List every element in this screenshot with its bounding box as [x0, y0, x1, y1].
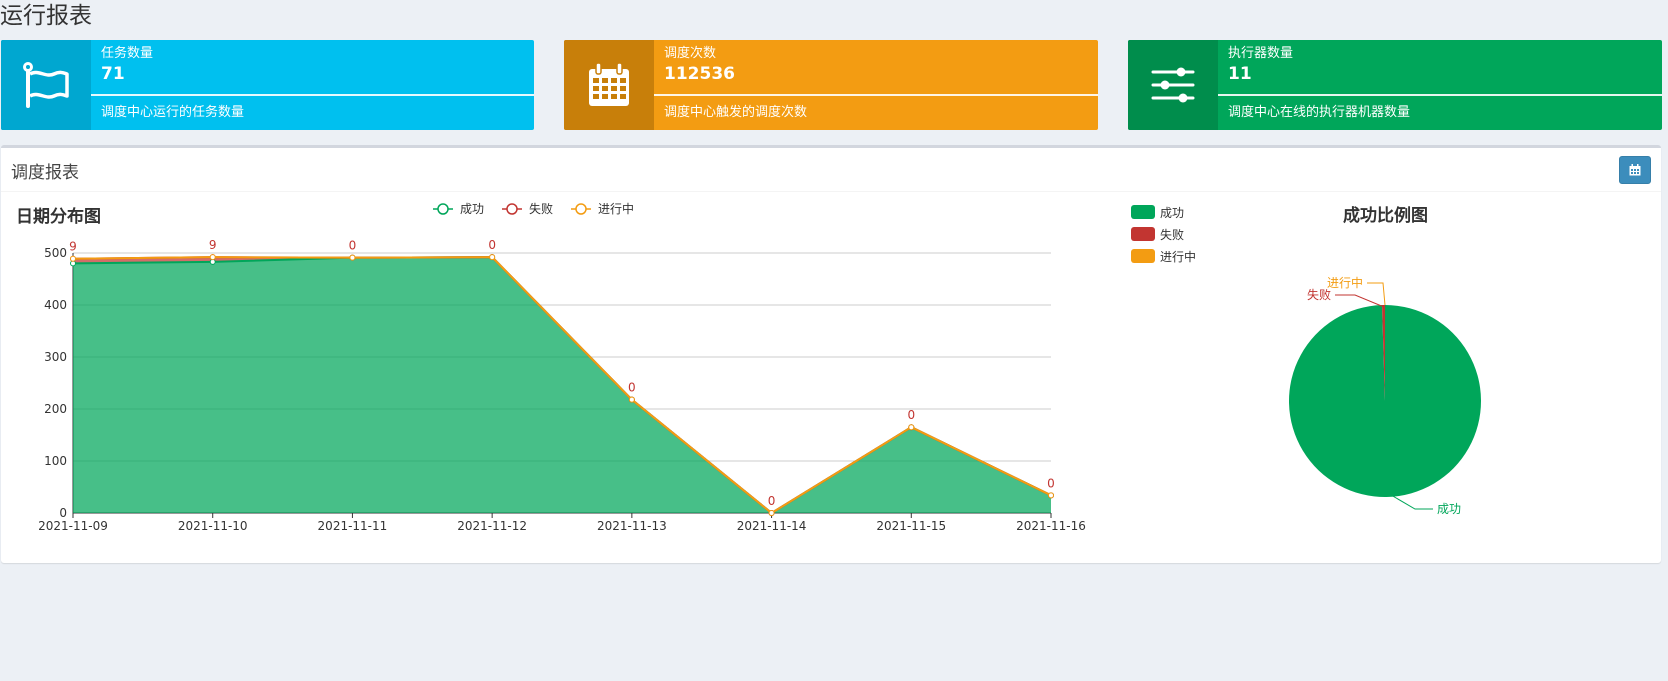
y-tick-label: 500 [44, 246, 67, 260]
pie-leader-line [1367, 282, 1386, 306]
data-point [768, 510, 775, 516]
pie-slice-成功 [1289, 305, 1482, 497]
data-point [908, 424, 915, 431]
data-point [349, 254, 356, 261]
info-box-icon-container [564, 40, 654, 130]
x-tick-label: 2021-11-15 [876, 519, 946, 533]
info-box-description: 调度中心运行的任务数量 [101, 105, 245, 120]
info-box-label: 执行器数量 [1228, 46, 1294, 61]
sliders-icon [1151, 67, 1195, 103]
info-box-executor-count: 执行器数量 11 调度中心在线的执行器机器数量 [1128, 40, 1662, 130]
x-tick-label: 2021-11-14 [737, 519, 807, 533]
info-box-progress-bar [91, 94, 534, 96]
info-box-icon-container [1, 40, 91, 130]
x-tick-label: 2021-11-10 [178, 519, 248, 533]
pie-leader-line [1335, 294, 1385, 308]
info-box-number: 71 [101, 64, 125, 84]
info-box-progress-bar [654, 94, 1098, 96]
data-label: 0 [628, 381, 636, 395]
legend-item-进行中: 进行中 [571, 201, 634, 216]
data-label: 9 [209, 238, 217, 252]
pie-leader-line [1390, 494, 1433, 510]
info-box-number: 112536 [664, 64, 735, 84]
area-成功 [73, 257, 1051, 513]
info-box-trigger-count: 调度次数 112536 调度中心触发的调度次数 [564, 40, 1098, 130]
report-box: 调度报表 日期分布图 成功比例图 0 100 200 300 400 500 2021-11… [1, 145, 1661, 563]
legend-label: 失败 [529, 201, 553, 216]
data-point [70, 255, 76, 262]
legend-label: 失败 [1160, 227, 1184, 242]
x-tick-label: 2021-11-09 [38, 519, 108, 533]
data-point [489, 254, 496, 261]
y-tick-label: 400 [44, 298, 67, 312]
data-label: 0 [1047, 476, 1055, 490]
y-tick-label: 300 [44, 350, 67, 364]
legend-marker [506, 203, 518, 215]
x-tick-label: 2021-11-16 [1016, 519, 1086, 533]
info-box-icon-container [1128, 40, 1218, 130]
legend-label: 进行中 [598, 201, 634, 216]
report-title: 调度报表 [11, 163, 79, 183]
report-header: 调度报表 [1, 148, 1661, 192]
calendar-icon [589, 62, 629, 106]
legend-swatch-进行中 [1131, 249, 1155, 263]
info-box-task-count: 任务数量 71 调度中心运行的任务数量 [1, 40, 534, 130]
date-distribution-chart: 0 100 200 300 400 500 2021-11-09 2021-11-10 2021… [38, 201, 1086, 533]
data-label: 9 [69, 240, 77, 254]
legend-label: 成功 [1160, 206, 1184, 220]
data-label: 0 [768, 494, 776, 508]
data-point [209, 254, 216, 261]
data-label: 0 [907, 408, 915, 422]
data-point [628, 396, 635, 403]
data-label: 0 [488, 238, 496, 252]
legend-label: 进行中 [1160, 249, 1196, 264]
data-point [1048, 492, 1054, 499]
info-box-content: 任务数量 71 调度中心运行的任务数量 [91, 40, 534, 130]
legend-label: 成功 [460, 202, 484, 216]
success-ratio-chart: 成功失败进行中成功失败进行中 [1131, 205, 1482, 516]
y-tick-label: 200 [44, 402, 67, 416]
info-box-description: 调度中心触发的调度次数 [664, 105, 808, 120]
pie-label: 成功 [1437, 502, 1461, 516]
info-box-content: 执行器数量 11 调度中心在线的执行器机器数量 [1218, 40, 1662, 130]
y-tick-label: 0 [59, 506, 67, 520]
x-tick-label: 2021-11-11 [318, 519, 388, 533]
x-tick-label: 2021-11-12 [457, 519, 527, 533]
pie-label: 进行中 [1327, 275, 1363, 290]
legend-item-失败: 失败 [502, 201, 553, 216]
date-range-button[interactable] [1619, 156, 1651, 184]
flag-icon [23, 62, 69, 108]
x-tick-label: 2021-11-13 [597, 519, 667, 533]
calendar-icon [1629, 164, 1641, 176]
page-title: 运行报表 [0, 3, 92, 29]
legend-item-成功: 成功 [433, 202, 484, 216]
legend-marker [575, 203, 587, 215]
legend-swatch-失败 [1131, 227, 1155, 241]
y-tick-label: 100 [44, 454, 67, 468]
info-box-content: 调度次数 112536 调度中心触发的调度次数 [654, 40, 1098, 130]
info-box-progress-bar [1218, 94, 1662, 96]
info-box-label: 任务数量 [101, 46, 154, 61]
info-box-description: 调度中心在线的执行器机器数量 [1228, 105, 1411, 120]
legend-marker [437, 203, 449, 215]
info-box-label: 调度次数 [664, 46, 717, 61]
legend-swatch-成功 [1131, 205, 1155, 219]
data-label: 0 [349, 239, 357, 253]
info-box-number: 11 [1228, 64, 1252, 84]
